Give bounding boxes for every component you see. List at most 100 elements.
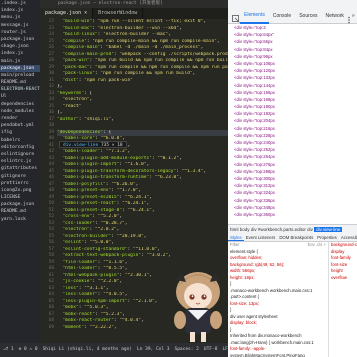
status-item[interactable]: ⊗ 0 ⚠ 0 (19, 343, 38, 357)
style-rule-line: system,BlinkMacSystemFont,PingFang (230, 352, 305, 357)
dom-node[interactable]: <div style="top:96px (228, 53, 357, 60)
status-item[interactable]: UTF-8 (204, 343, 218, 357)
sidebar-file-item[interactable]: index.js (0, 50, 40, 57)
dom-node[interactable]: <div style="top:264px (228, 153, 357, 160)
editor-tab[interactable]: BrowserWindow (93, 8, 144, 19)
computed-property[interactable]: background-color (329, 242, 357, 249)
breadcrumb-current[interactable]: div.view-line (314, 227, 343, 232)
editor-tab[interactable]: package.json × (40, 8, 94, 19)
element-inspect-tooltip: div.view-line 735 × 18 (59, 141, 127, 148)
breadcrumb-item[interactable]: html (230, 227, 239, 232)
sidebar-file-item[interactable]: index.js (0, 7, 40, 14)
status-bar: ⎇ 1 ⊗ 0 ⚠ 0 Shiqi Li (shiqi.li, 4 months a… (0, 343, 228, 357)
dom-node[interactable]: <div style="top:84px (228, 46, 357, 53)
devtools-tab[interactable]: Sources (295, 9, 321, 23)
sidebar-file-item[interactable]: node_modules (0, 108, 40, 115)
status-item[interactable]: Spaces: 2 (175, 343, 199, 357)
code-editor: package.json — electron-react [开发者版] pac… (40, 0, 228, 343)
sidebar-file-item[interactable]: main/preload (0, 72, 40, 79)
dom-node[interactable]: <div style="top:120px (228, 67, 357, 74)
sidebar-file-item[interactable]: babelrc (0, 137, 40, 144)
dom-node[interactable]: <div style="top:240px (228, 139, 357, 146)
dom-breadcrumb: html body div #workbench.parts.editor di… (228, 224, 357, 233)
sidebar-file-item[interactable]: ckage.json (0, 43, 40, 50)
inspect-element-icon[interactable] (232, 10, 240, 23)
sidebar-file-item[interactable]: eslintrc.js (0, 158, 40, 165)
styles-subtab[interactable]: Properties (315, 233, 339, 241)
devtools-tab[interactable]: Console (269, 9, 295, 23)
dom-node[interactable]: <div style="top:156px (228, 89, 357, 96)
dom-node[interactable]: <div style="top:108px (228, 60, 357, 67)
dom-node[interactable]: <div style="top:300px (228, 175, 357, 182)
sidebar-file-item[interactable]: router.js (0, 29, 40, 36)
styles-subtab[interactable]: Accessibility (339, 233, 357, 241)
sidebar-file-item[interactable]: menu.js (0, 14, 40, 21)
dom-node[interactable]: <div style="top:252px (228, 146, 357, 153)
sidebar-file-item[interactable]: prettierrc (0, 180, 40, 187)
dom-node[interactable]: <div style="top:144px (228, 82, 357, 89)
dom-node[interactable]: <div style="top:204px (228, 117, 357, 124)
dom-node[interactable]: <div style="top:324px (228, 189, 357, 196)
devtools-tabs: Elements Console Sources Network» (240, 8, 357, 24)
computed-property[interactable]: overflow (329, 275, 357, 282)
styles-subtabs: Styles Event Listeners DOM Breakpoints Prop… (228, 233, 357, 242)
sidebar-file-item[interactable]: package.json (0, 36, 40, 43)
sidebar-file-item[interactable]: LICENSE (0, 194, 40, 201)
window-title: package.json — electron-react [开发者版] (40, 0, 228, 8)
dom-node[interactable]: <div style="top:192px (228, 110, 357, 117)
dom-node[interactable]: <div style="top:168px (228, 96, 357, 103)
sidebar-file-item[interactable]: dependencies (0, 101, 40, 108)
sidebar-file-item[interactable]: ifig (0, 129, 40, 136)
dom-node[interactable]: <div style="top:288px (228, 168, 357, 175)
breadcrumb-item[interactable]: div (307, 227, 313, 232)
tooltip-tag: div.view-line (63, 143, 99, 148)
breadcrumb-item[interactable]: div (251, 227, 257, 232)
breadcrumb-item[interactable]: body (240, 227, 250, 232)
chrome-devtools: Elements Console Sources Network» <div styl… (228, 0, 357, 357)
sidebar-file-item[interactable]: .index.js (0, 0, 40, 7)
sidebar-file-item[interactable]: ELECTRON-REACT (0, 86, 40, 93)
sidebar-file-item[interactable]: README.md (0, 208, 40, 215)
anime-girl-illustration (174, 272, 222, 342)
dom-node[interactable]: <div style="top:360px (228, 211, 357, 218)
sidebar-file-item[interactable]: main.js (0, 58, 40, 65)
sidebar-file-item[interactable]: gitattributes (0, 165, 40, 172)
dom-node[interactable]: <div style="top:180px (228, 103, 357, 110)
styles-subtab[interactable]: DOM Breakpoints (277, 233, 315, 241)
dom-node[interactable]: <div style="top:312px (228, 182, 357, 189)
devtools-tab[interactable]: Network (322, 9, 348, 23)
status-item[interactable]: ⎇ 1 (3, 343, 14, 357)
devtools-tab[interactable]: Elements (240, 8, 269, 24)
dom-node[interactable]: <div style="top:64px" (228, 31, 357, 38)
explorer-sidebar: .index.js index.js menu.js message.js router… (0, 0, 40, 343)
status-item[interactable]: Ln 39, Col 3 (137, 343, 170, 357)
filter-hint[interactable]: :hov .cls + (307, 242, 328, 249)
sidebar-file-item[interactable]: icon@2x.png (0, 187, 40, 194)
dom-node[interactable]: <div style="top:216px (228, 125, 357, 132)
dom-node[interactable]: <div style="top:132px (228, 74, 357, 81)
sidebar-file-item[interactable]: gitignore (0, 173, 40, 180)
sidebar-file-item[interactable]: yarn.lock (0, 216, 40, 223)
dom-node[interactable]: <div style="top:3 (228, 24, 357, 31)
sidebar-file-item[interactable]: render (0, 115, 40, 122)
dom-node[interactable]: <div style="top:66px (228, 38, 357, 45)
sidebar-file-item[interactable]: Ul (0, 93, 40, 100)
sidebar-file-item[interactable]: README.md (0, 79, 40, 86)
dom-node[interactable]: <div style="top:348px (228, 204, 357, 211)
filter-input[interactable]: Filter (230, 242, 240, 247)
dom-tree[interactable]: <div style="top:3 <div style="top:64px" … (228, 24, 357, 224)
sidebar-file-item[interactable]: package.json (0, 64, 40, 72)
dom-node[interactable]: <div style="top:336px (228, 197, 357, 204)
sidebar-file-item[interactable]: pendabot.yml (0, 122, 40, 129)
styles-subtab[interactable]: Event Listeners (244, 233, 278, 241)
sidebar-file-item[interactable]: eslintignore (0, 151, 40, 158)
styles-subtab[interactable]: Styles (228, 233, 244, 241)
more-options-icon[interactable] (345, 11, 353, 24)
dom-node[interactable]: <div style="top:276px (228, 161, 357, 168)
sidebar-file-item[interactable]: message.js (0, 22, 40, 29)
tooltip-size: 735 × 18 (100, 143, 123, 148)
sidebar-file-item[interactable]: package.json (0, 201, 40, 208)
dom-node[interactable]: <div style="top:228px (228, 132, 357, 139)
breadcrumb-item[interactable]: #workbench.parts.editor (258, 227, 306, 232)
sidebar-file-item[interactable]: editorconfig (0, 144, 40, 151)
